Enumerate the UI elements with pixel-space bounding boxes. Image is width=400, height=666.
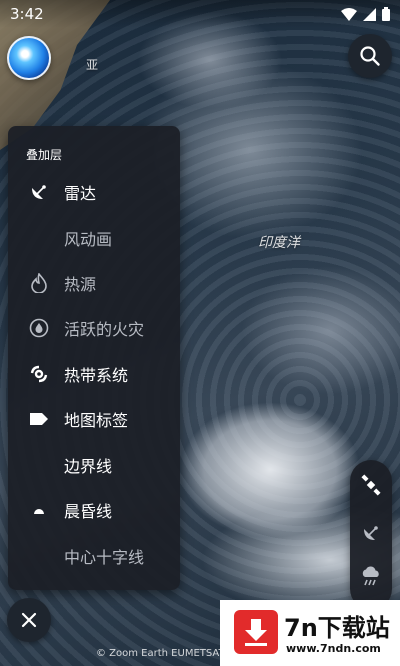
hurricane-icon — [28, 363, 50, 385]
satellite-button[interactable] — [360, 474, 382, 496]
layer-item-radar[interactable]: 雷达 — [8, 172, 180, 212]
close-button[interactable] — [7, 598, 51, 642]
wifi-icon — [341, 7, 357, 21]
battery-icon — [382, 7, 390, 21]
watermark-url: www.7ndn.com — [286, 642, 381, 655]
layer-item-borders[interactable]: 边界线 — [8, 445, 180, 485]
signal-icon — [363, 7, 376, 21]
half-circle-icon — [28, 499, 50, 521]
rain-cloud-icon — [362, 566, 379, 586]
panel-title: 叠加层 — [26, 148, 63, 162]
watermark-title: 7n下载站 — [284, 614, 390, 642]
layer-label: 边界线 — [64, 457, 113, 476]
layer-item-terminator[interactable]: 晨昏线 — [8, 490, 180, 530]
precipitation-button[interactable] — [360, 566, 382, 588]
layer-item-crosshair[interactable]: 中心十字线 — [8, 536, 180, 576]
radar-button[interactable] — [360, 522, 382, 544]
radar-dish-icon — [364, 526, 378, 540]
fire-circle-icon — [28, 317, 50, 339]
layer-label: 晨昏线 — [64, 502, 113, 521]
layer-item-heat-source[interactable]: 热源 — [8, 263, 180, 303]
download-arrow-icon — [234, 610, 278, 654]
app-logo[interactable] — [7, 36, 51, 80]
status-icons — [341, 7, 390, 21]
status-bar: 3:42 — [0, 0, 400, 28]
layer-label: 地图标签 — [64, 411, 129, 430]
right-toolbar — [350, 460, 392, 610]
search-icon — [360, 46, 380, 66]
status-time: 3:42 — [10, 5, 44, 23]
layer-item-tropical-systems[interactable]: 热带系统 — [8, 354, 180, 394]
layer-label: 活跃的火灾 — [64, 320, 145, 339]
region-label: 亚 — [86, 58, 99, 72]
radar-dish-icon — [28, 181, 50, 203]
layer-label: 风动画 — [64, 230, 113, 249]
ocean-label: 印度洋 — [258, 235, 300, 251]
layer-label: 热带系统 — [64, 366, 129, 385]
close-icon — [21, 612, 37, 628]
watermark: 7n下载站 www.7ndn.com — [220, 600, 400, 666]
layer-label: 中心十字线 — [64, 548, 145, 567]
layers-panel: 叠加层 雷达 风动画 热源 活跃的火灾 热带系统 地图标签 边界线 晨昏线 中心… — [8, 126, 180, 590]
tag-icon — [28, 408, 50, 430]
layer-label: 热源 — [64, 275, 97, 294]
map-attribution: © Zoom Earth EUMETSAT — [96, 648, 225, 659]
layer-item-wind-animation[interactable]: 风动画 — [8, 218, 180, 258]
layer-label: 雷达 — [64, 184, 97, 203]
layer-item-active-fires[interactable]: 活跃的火灾 — [8, 308, 180, 348]
flame-icon — [28, 272, 50, 294]
satellite-icon — [361, 474, 381, 496]
layer-item-map-labels[interactable]: 地图标签 — [8, 399, 180, 439]
search-button[interactable] — [348, 34, 392, 78]
